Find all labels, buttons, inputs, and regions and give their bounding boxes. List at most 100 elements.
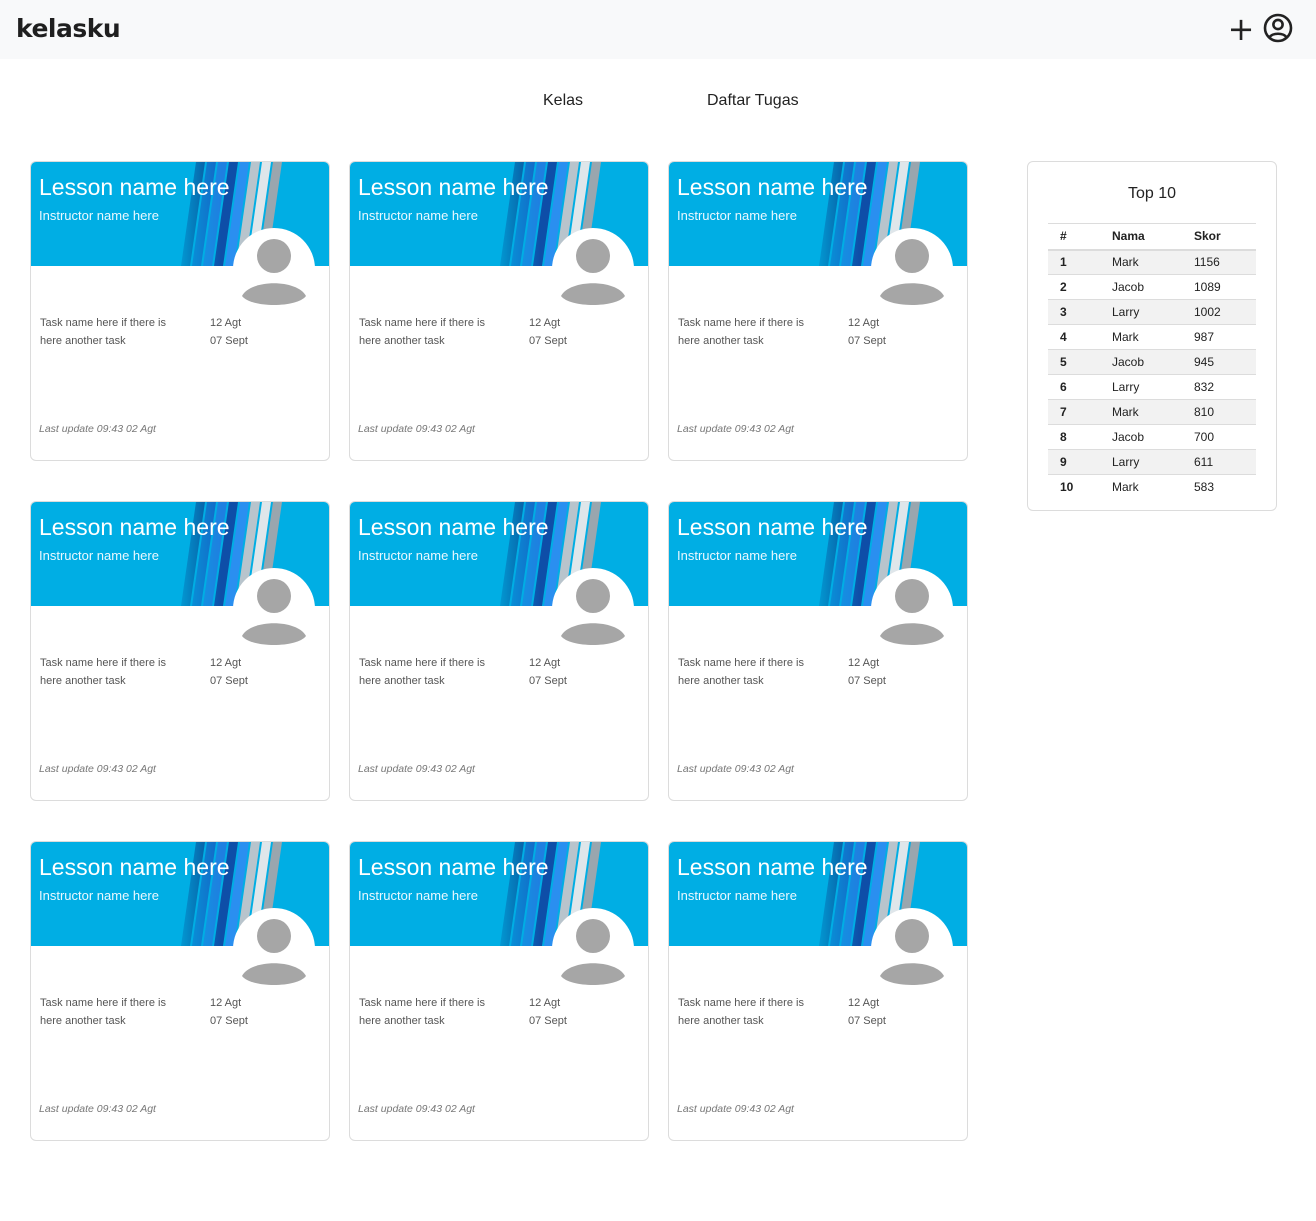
tab-kelas[interactable]: Kelas: [543, 92, 583, 110]
avatar-icon: [242, 579, 306, 645]
lesson-title[interactable]: Lesson name here: [39, 514, 230, 541]
instructor-name: Instructor name here: [677, 888, 797, 903]
task-name[interactable]: Task name here if there is here another …: [359, 994, 509, 1030]
add-class-button[interactable]: +: [1226, 12, 1256, 46]
header-nama: Nama: [1100, 223, 1182, 251]
task-name[interactable]: Task name here if there is here another …: [678, 314, 828, 350]
task-dates: 12 Agt 07 Sept: [210, 654, 248, 690]
class-card[interactable]: Lesson name here Instructor name here Task…: [30, 501, 330, 801]
leaderboard-header-row: # Nama Skor: [1048, 223, 1256, 251]
task-dates: 12 Agt 07 Sept: [529, 994, 567, 1030]
lesson-title[interactable]: Lesson name here: [358, 174, 549, 201]
class-card[interactable]: Lesson name here Instructor name here Task…: [30, 841, 330, 1141]
task-name[interactable]: Task name here if there is here another …: [40, 654, 190, 690]
instructor-name: Instructor name here: [39, 548, 159, 563]
name-cell: Mark: [1100, 399, 1182, 425]
name-cell: Jacob: [1100, 349, 1182, 375]
class-card[interactable]: Lesson name here Instructor name here Task…: [30, 161, 330, 461]
avatar: [871, 228, 953, 310]
task-date-2: 07 Sept: [210, 1015, 248, 1027]
last-update-text: Last update 09:43 02 Agt: [358, 1103, 475, 1115]
leaderboard-row: 1 Mark 1156: [1048, 249, 1256, 275]
lesson-title[interactable]: Lesson name here: [677, 514, 868, 541]
task-date-1: 12 Agt: [848, 997, 880, 1009]
rank-cell: 10: [1048, 474, 1100, 500]
task-name[interactable]: Task name here if there is here another …: [678, 654, 828, 690]
brand-logo[interactable]: kelasku: [16, 14, 121, 43]
avatar-icon: [242, 919, 306, 985]
task-dates: 12 Agt 07 Sept: [848, 314, 886, 350]
class-card[interactable]: Lesson name here Instructor name here Task…: [668, 841, 968, 1141]
tab-daftar-tugas[interactable]: Daftar Tugas: [707, 92, 799, 110]
leaderboard-row: 7 Mark 810: [1048, 399, 1256, 425]
task-date-1: 12 Agt: [210, 997, 242, 1009]
task-name[interactable]: Task name here if there is here another …: [40, 994, 190, 1030]
avatar-icon: [561, 919, 625, 985]
account-icon[interactable]: [1262, 12, 1294, 44]
task-name[interactable]: Task name here if there is here another …: [40, 314, 190, 350]
task-date-2: 07 Sept: [529, 675, 567, 687]
lesson-title[interactable]: Lesson name here: [39, 174, 230, 201]
leaderboard-row: 6 Larry 832: [1048, 374, 1256, 400]
top-navbar: kelasku +: [0, 0, 1316, 59]
rank-cell: 5: [1048, 349, 1100, 375]
task-date-2: 07 Sept: [848, 1015, 886, 1027]
lesson-title[interactable]: Lesson name here: [358, 514, 549, 541]
last-update-text: Last update 09:43 02 Agt: [677, 763, 794, 775]
task-date-1: 12 Agt: [529, 317, 561, 329]
lesson-title[interactable]: Lesson name here: [39, 854, 230, 881]
task-dates: 12 Agt 07 Sept: [848, 654, 886, 690]
last-update-text: Last update 09:43 02 Agt: [677, 1103, 794, 1115]
avatar: [233, 568, 315, 650]
leaderboard-row: 8 Jacob 700: [1048, 424, 1256, 450]
lesson-title[interactable]: Lesson name here: [358, 854, 549, 881]
lesson-title[interactable]: Lesson name here: [677, 174, 868, 201]
name-cell: Mark: [1100, 474, 1182, 500]
class-card[interactable]: Lesson name here Instructor name here Task…: [668, 161, 968, 461]
task-date-2: 07 Sept: [210, 335, 248, 347]
avatar: [871, 568, 953, 650]
avatar: [552, 908, 634, 990]
rank-cell: 4: [1048, 324, 1100, 350]
last-update-text: Last update 09:43 02 Agt: [358, 763, 475, 775]
task-name[interactable]: Task name here if there is here another …: [359, 654, 509, 690]
score-cell: 611: [1182, 449, 1256, 475]
rank-cell: 6: [1048, 374, 1100, 400]
task-dates: 12 Agt 07 Sept: [529, 314, 567, 350]
leaderboard-title: Top 10: [1127, 185, 1177, 202]
class-card[interactable]: Lesson name here Instructor name here Task…: [349, 841, 649, 1141]
task-date-1: 12 Agt: [529, 997, 561, 1009]
name-cell: Jacob: [1100, 424, 1182, 450]
last-update-text: Last update 09:43 02 Agt: [358, 423, 475, 435]
instructor-name: Instructor name here: [358, 548, 478, 563]
avatar-icon: [561, 579, 625, 645]
task-date-2: 07 Sept: [210, 675, 248, 687]
class-card[interactable]: Lesson name here Instructor name here Task…: [349, 501, 649, 801]
task-dates: 12 Agt 07 Sept: [848, 994, 886, 1030]
score-cell: 700: [1182, 424, 1256, 450]
leaderboard-panel: Top 10 # Nama Skor 1 Mark 1156 2 Jacob 1089 3 L…: [1027, 161, 1277, 511]
class-card[interactable]: Lesson name here Instructor name here Task…: [668, 501, 968, 801]
leaderboard-row: 4 Mark 987: [1048, 324, 1256, 350]
last-update-text: Last update 09:43 02 Agt: [39, 763, 156, 775]
name-cell: Jacob: [1100, 274, 1182, 300]
score-cell: 832: [1182, 374, 1256, 400]
lesson-title[interactable]: Lesson name here: [677, 854, 868, 881]
task-date-2: 07 Sept: [529, 335, 567, 347]
avatar-icon: [880, 239, 944, 305]
task-name[interactable]: Task name here if there is here another …: [359, 314, 509, 350]
instructor-name: Instructor name here: [677, 208, 797, 223]
name-cell: Mark: [1100, 249, 1182, 275]
avatar-icon: [880, 579, 944, 645]
task-name[interactable]: Task name here if there is here another …: [678, 994, 828, 1030]
avatar: [871, 908, 953, 990]
name-cell: Mark: [1100, 324, 1182, 350]
class-card[interactable]: Lesson name here Instructor name here Task…: [349, 161, 649, 461]
avatar: [552, 568, 634, 650]
score-cell: 1089: [1182, 274, 1256, 300]
task-dates: 12 Agt 07 Sept: [529, 654, 567, 690]
last-update-text: Last update 09:43 02 Agt: [39, 1103, 156, 1115]
task-date-1: 12 Agt: [848, 317, 880, 329]
header-rank: #: [1048, 223, 1100, 251]
rank-cell: 8: [1048, 424, 1100, 450]
